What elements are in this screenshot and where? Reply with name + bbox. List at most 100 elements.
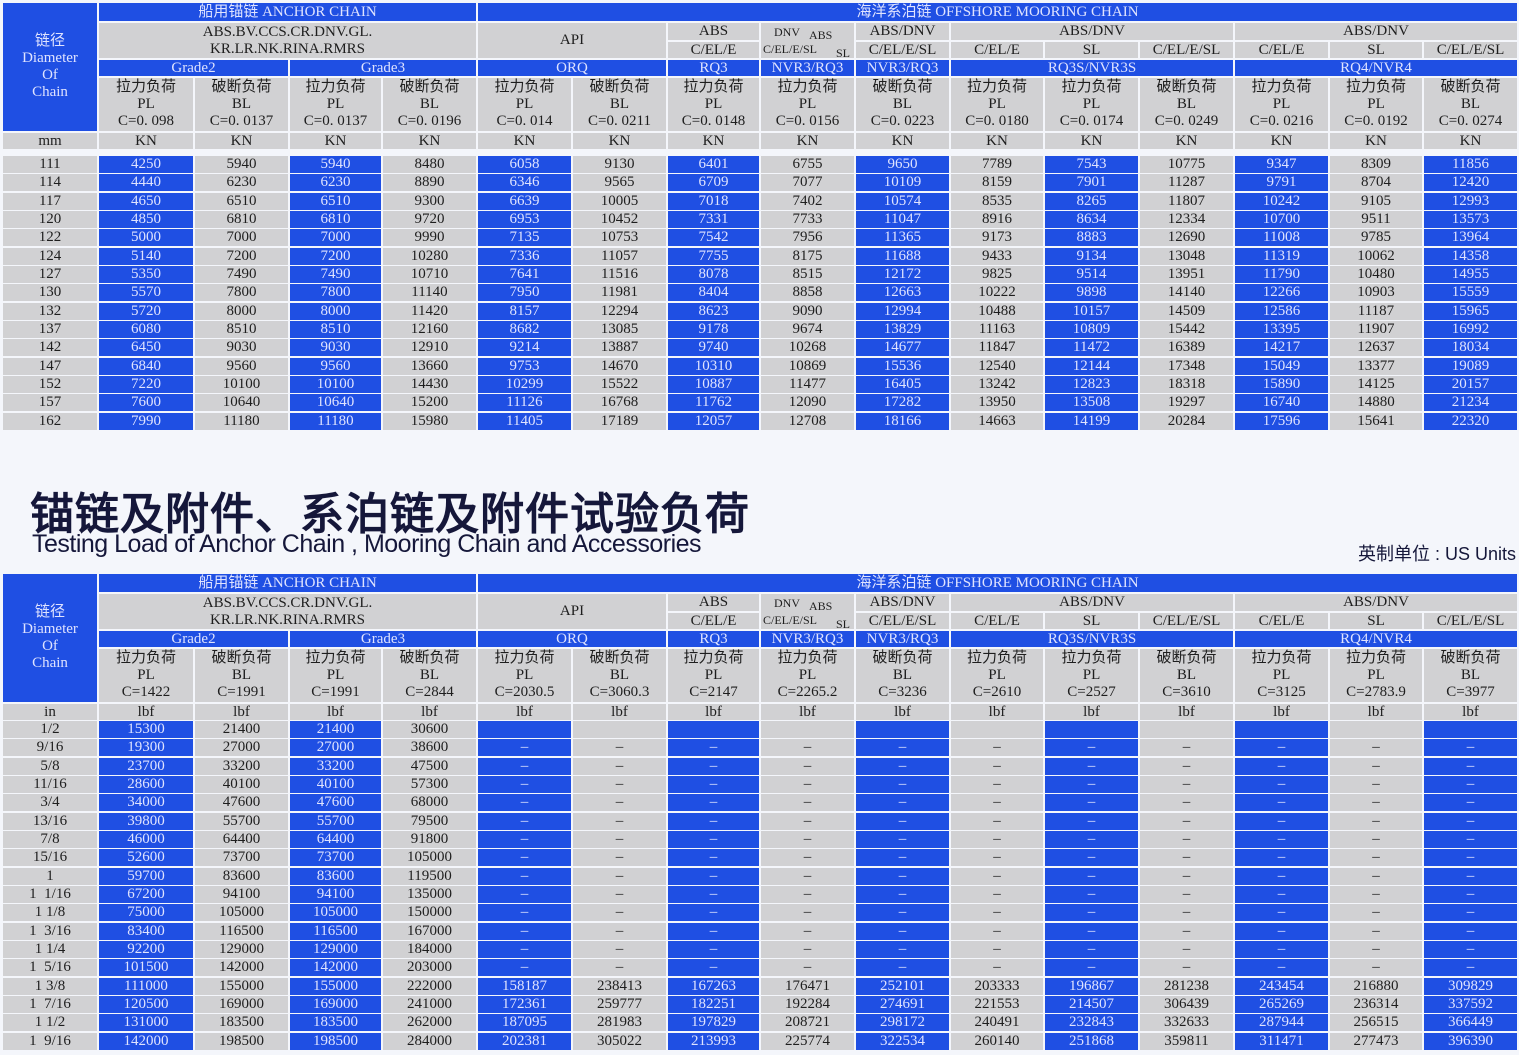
grade-header: RQ3 bbox=[668, 60, 759, 76]
load-value-cell: 15890 bbox=[1235, 375, 1328, 393]
dnv-abs-labels: DNV ABS C/EL/E/SL SL bbox=[761, 23, 854, 58]
load-value-cell: 15641 bbox=[1330, 412, 1422, 430]
load-value-cell: 116500 bbox=[195, 922, 288, 940]
cell-value: – bbox=[1087, 922, 1096, 939]
grade-label: Grade3 bbox=[360, 631, 406, 647]
load-value-cell: 21400 bbox=[195, 721, 288, 738]
load-value-cell: 8265 bbox=[1045, 192, 1138, 210]
cell-value: 9130 bbox=[604, 156, 635, 172]
load-value-cell: – bbox=[573, 830, 666, 848]
grade-header: RQ3S/NVR3S bbox=[951, 631, 1233, 647]
load-value-cell: 11762 bbox=[668, 394, 759, 412]
cell-value: – bbox=[1372, 739, 1380, 756]
load-type-header: 拉力负荷 PL C=0. 0148 bbox=[668, 78, 759, 131]
cell-value: 222000 bbox=[407, 977, 452, 994]
load-value-cell: 5350 bbox=[99, 265, 193, 283]
load-type-header: 拉力负荷 PL C=0. 0192 bbox=[1330, 78, 1422, 131]
cell-value: 11790 bbox=[1263, 265, 1300, 282]
load-value-cell: 10109 bbox=[856, 174, 949, 192]
cell-value: – bbox=[1277, 940, 1286, 957]
cell-value: – bbox=[1087, 849, 1096, 866]
dnv-type-label: C/EL/E/SL bbox=[763, 42, 817, 56]
diameter-cell: 147 bbox=[3, 357, 97, 375]
load-value-cell: – bbox=[573, 885, 666, 903]
cell-value: 5570 bbox=[131, 284, 161, 301]
load-value-cell: 238413 bbox=[573, 977, 666, 995]
load-value-cell: – bbox=[478, 922, 571, 940]
load-value-cell: 101500 bbox=[99, 959, 193, 977]
unit-header: lbf bbox=[761, 704, 854, 720]
anchor-chain-title: 船用锚链 ANCHOR CHAIN bbox=[198, 574, 377, 591]
cell-value: – bbox=[615, 794, 624, 811]
coefficient-label: C=1991 bbox=[217, 684, 266, 700]
load-value-cell: – bbox=[1235, 812, 1328, 830]
load-value-cell: 40100 bbox=[290, 775, 381, 793]
load-type-cn: 拉力负荷 bbox=[777, 79, 838, 95]
api-header: API bbox=[478, 23, 666, 58]
cell-value: 6755 bbox=[792, 156, 823, 172]
offshore-chain-title: 海洋系泊链 OFFSHORE MOORING CHAIN bbox=[856, 3, 1139, 20]
cell-value: – bbox=[898, 739, 907, 756]
load-value-cell: – bbox=[1045, 922, 1138, 940]
load-value-cell: – bbox=[1330, 885, 1422, 903]
load-value-cell: 21400 bbox=[290, 721, 381, 738]
load-value-cell: 6230 bbox=[290, 174, 381, 192]
cell-value: – bbox=[1087, 904, 1096, 921]
cell-value: 111 bbox=[39, 156, 61, 172]
diameter-header-text: Diameter bbox=[22, 621, 78, 637]
load-value-cell: – bbox=[573, 739, 666, 757]
load-value-cell: – bbox=[1424, 757, 1517, 775]
cell-value: 277473 bbox=[1353, 1032, 1399, 1049]
grade-header: NVR3/RQ3 bbox=[856, 631, 949, 647]
load-type-cn: 拉力负荷 bbox=[494, 650, 555, 666]
cell-value: 238413 bbox=[597, 977, 642, 994]
unit-header: KN bbox=[1330, 133, 1422, 149]
abs-dnv-label: ABS/DNV bbox=[1059, 23, 1125, 39]
abs-header: ABS bbox=[668, 594, 759, 611]
cell-value: 396390 bbox=[1448, 1032, 1493, 1049]
cell-value: 157 bbox=[38, 394, 62, 411]
cell-value: 11287 bbox=[1168, 174, 1205, 191]
cell-value: 4250 bbox=[131, 156, 161, 172]
abs-dnv-type: SL bbox=[1330, 613, 1422, 629]
load-type-header: 拉力负荷 PL C=2783.9 bbox=[1330, 649, 1422, 702]
cell-value: 9560 bbox=[226, 357, 257, 374]
cell-value: 127 bbox=[38, 265, 62, 282]
cell-value: – bbox=[1087, 885, 1096, 902]
grade-label: NVR3/RQ3 bbox=[771, 60, 844, 76]
load-type-cn: 破断负荷 bbox=[1440, 79, 1501, 95]
load-type-en: BL bbox=[892, 667, 913, 683]
cell-value: 214507 bbox=[1069, 995, 1114, 1012]
load-value-cell: 12160 bbox=[383, 320, 476, 338]
load-value-cell: 9753 bbox=[478, 357, 571, 375]
cell-value: – bbox=[615, 812, 624, 829]
cell-value: 9178 bbox=[698, 320, 729, 337]
load-type-cn: 拉力负荷 bbox=[115, 650, 176, 666]
load-type-en: BL bbox=[609, 667, 630, 683]
cell-value: 183500 bbox=[313, 1014, 358, 1031]
load-value-cell: 6058 bbox=[478, 156, 571, 173]
grade-header: RQ4/NVR4 bbox=[1235, 60, 1517, 76]
cell-value: 9030 bbox=[226, 339, 257, 356]
cell-value: 1 1/16 bbox=[29, 885, 71, 902]
cell-value: – bbox=[520, 904, 529, 921]
abs-type: C/EL/E bbox=[668, 42, 759, 58]
cell-value: 8634 bbox=[1076, 210, 1107, 227]
cell-value: 11762 bbox=[695, 394, 732, 411]
load-type-header: 破断负荷 BL C=3060.3 bbox=[573, 649, 666, 702]
load-value-cell: 40100 bbox=[195, 775, 288, 793]
cell-value: – bbox=[803, 830, 812, 847]
cell-value: 9134 bbox=[1076, 247, 1107, 264]
load-value-cell: 16740 bbox=[1235, 394, 1328, 412]
cell-value: 83600 bbox=[316, 867, 355, 884]
load-value-cell: 47600 bbox=[195, 794, 288, 812]
load-value-cell: 12540 bbox=[951, 357, 1043, 375]
load-type-header: 破断负荷 BL C=0. 0249 bbox=[1140, 78, 1233, 131]
diameter-cell: 1 5/16 bbox=[3, 959, 97, 977]
load-value-cell: 11163 bbox=[951, 320, 1043, 338]
load-value-cell: 10574 bbox=[856, 192, 949, 210]
load-value-cell: 22320 bbox=[1424, 412, 1517, 430]
dnv-label: DNV bbox=[774, 596, 800, 610]
load-value-cell: – bbox=[478, 959, 571, 977]
load-value-cell: 7336 bbox=[478, 247, 571, 265]
